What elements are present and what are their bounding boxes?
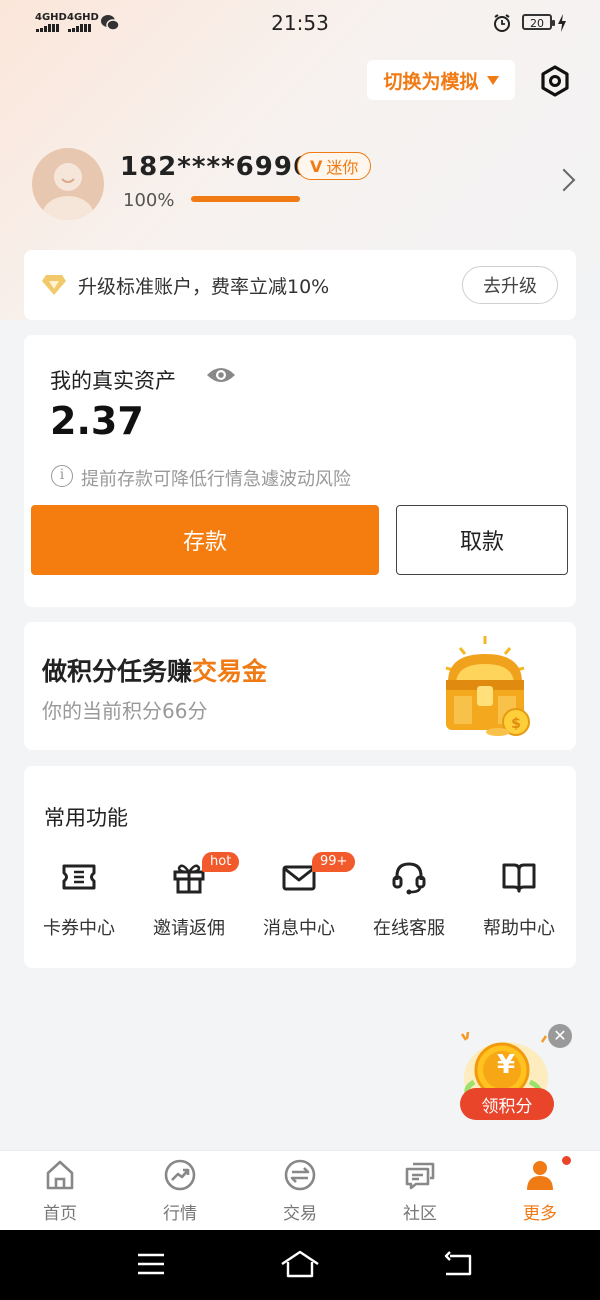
function-label: 邀请返佣 [153,918,225,939]
claim-points-button[interactable]: 领积分 [460,1088,554,1120]
current-points-text: 你的当前积分66分 [42,699,208,723]
tab-label: 首页 [43,1204,77,1224]
community-icon [405,1162,435,1190]
system-navigation-bar [0,1230,600,1300]
upgrade-button[interactable]: 去升级 [462,266,558,304]
user-icon [527,1161,553,1190]
upgrade-account-card[interactable]: 升级标准账户，费率立减10% 去升级 [24,250,576,320]
assets-title: 我的真实资产 [50,369,176,393]
coupon-icon [62,864,96,890]
tab-community[interactable]: 社区 [360,1159,480,1225]
switch-to-demo-button[interactable]: 切换为模拟 [367,60,515,100]
deposit-tip-text: 提前存款可降低行情急遽波动风险 [81,469,351,490]
close-float-icon[interactable]: ✕ [548,1024,572,1048]
menu-icon[interactable] [136,1252,166,1276]
avatar[interactable] [32,148,104,220]
info-icon: i [51,465,73,487]
back-icon[interactable] [442,1250,474,1278]
treasure-chest-icon: $ [445,636,530,736]
tab-trade[interactable]: 交易 [240,1159,360,1225]
function-invite-rebate[interactable]: hot 邀请返佣 [134,852,244,948]
level-progress-fill [191,196,300,202]
headset-icon [392,862,426,895]
withdraw-button[interactable]: 取款 [396,505,568,575]
switch-to-demo-label: 切换为模拟 [383,70,479,93]
function-label: 在线客服 [373,918,445,939]
function-online-support[interactable]: 在线客服 [354,858,464,948]
battery-icon: 20 [522,14,555,30]
status-bar: 4GHD 4GHD 21:53 20 [0,0,600,46]
level-progress-text: 100% [123,190,175,211]
vip-level-label: 迷你 [326,158,359,177]
home-icon [46,1160,74,1190]
function-label: 消息中心 [263,918,335,939]
coin-symbol: ¥ [496,1050,516,1080]
real-assets-card: 我的真实资产 2.37 i 提前存款可降低行情急遽波动风险 存款 取款 [24,335,576,607]
trade-icon [284,1159,316,1191]
tab-label: 行情 [163,1204,197,1224]
settings-icon[interactable] [538,64,572,98]
book-icon [502,863,536,893]
notification-dot [562,1156,571,1165]
tab-home[interactable]: 首页 [0,1159,120,1225]
eye-icon[interactable] [206,365,236,385]
charging-icon [558,14,566,32]
avatar-face-icon [42,163,94,220]
function-help-center[interactable]: 帮助中心 [464,858,574,948]
vip-v-icon: V [310,156,323,176]
tab-label: 更多 [523,1204,557,1224]
alarm-icon [494,14,510,32]
home-nav-icon[interactable] [280,1250,320,1278]
function-coupon-center[interactable]: 卡券中心 [24,858,134,948]
market-icon [164,1159,196,1191]
assets-value: 2.37 [50,399,144,443]
hot-badge: hot [202,852,240,872]
task-title-prefix: 做积分任务赚 [42,657,193,686]
upgrade-promo-text: 升级标准账户，费率立减10% [78,276,330,298]
function-label: 卡券中心 [43,918,115,939]
function-label: 帮助中心 [483,918,555,939]
task-title: 做积分任务赚交易金 [42,652,267,688]
common-functions-card: 常用功能 卡券中心 hot 邀请返佣 99+ 消息中心 在线客服 帮助中心 [24,766,576,968]
vip-level-badge[interactable]: V 迷你 [297,152,372,180]
tab-more[interactable]: 更多 [480,1156,600,1225]
points-task-card[interactable]: 做积分任务赚交易金 你的当前积分66分 $ [24,622,576,750]
svg-text:$: $ [511,716,521,732]
tab-label: 社区 [403,1204,437,1224]
message-count-badge: 99+ [312,852,356,872]
tab-label: 交易 [283,1204,317,1224]
level-progress-bar [191,196,300,202]
task-title-highlight: 交易金 [192,657,268,686]
bottom-tab-bar: 首页 行情 交易 社区 更多 [0,1150,600,1231]
common-functions-title: 常用功能 [44,806,128,830]
deposit-button[interactable]: 存款 [31,505,379,575]
function-message-center[interactable]: 99+ 消息中心 [244,852,356,948]
caret-down-icon [486,75,499,85]
tab-market[interactable]: 行情 [120,1159,240,1225]
user-phone: 182****6996 [120,152,313,182]
diamond-icon [42,275,66,295]
